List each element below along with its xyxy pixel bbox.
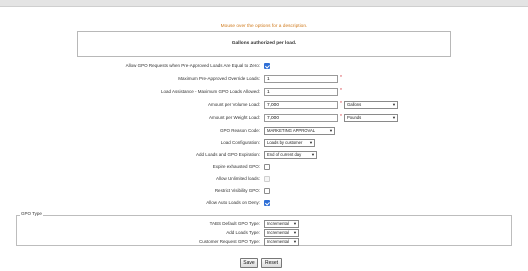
row-max-gpo-loads: Load Assistance - Maximum GPO Loads Allo…	[0, 88, 528, 97]
row-expiration: Add Loads and GPO Expiration: End of cur…	[0, 151, 528, 160]
max-gpo-loads-input[interactable]	[264, 88, 338, 96]
row-label: Restrict Visibility GPO:	[214, 188, 260, 193]
weight-unit-select[interactable]: Pounds ▼	[344, 114, 398, 122]
row-label: Allow Auto Loads on Deny:	[206, 200, 260, 205]
select-value: End of current day	[267, 152, 302, 157]
required-marker: *	[340, 88, 342, 94]
row-label: GPO Reason Code:	[219, 128, 260, 133]
description-box: Gallons authorized per load.	[77, 31, 451, 57]
row-max-override-loads: Maximum Pre-Approved Override Loads: *	[0, 75, 528, 84]
weight-load-input[interactable]	[264, 114, 338, 122]
row-label: Add Loads Type:	[226, 230, 260, 235]
chevron-down-icon: ▼	[293, 221, 297, 226]
row-customer-request-gpo-type: Customer Request GPO Type: Incremental ▼	[0, 238, 528, 247]
required-marker: *	[340, 101, 342, 107]
chevron-down-icon: ▼	[311, 152, 315, 157]
row-label: Maximum Pre-Approved Override Loads:	[178, 76, 260, 81]
top-bar	[0, 0, 528, 7]
row-unlimited-loads: Allow Unlimited loads:	[0, 175, 528, 184]
description-text: Gallons authorized per load.	[231, 41, 297, 46]
row-label: TABS Default GPO Type:	[209, 221, 260, 226]
row-add-loads-type: Add Loads Type: Incremental ▼	[0, 229, 528, 238]
select-value: Incremental	[267, 230, 289, 235]
row-label: Expire exhausted GPO:	[212, 164, 260, 169]
load-configuration-select[interactable]: Loads by customer ▼	[264, 139, 315, 147]
chevron-down-icon: ▼	[309, 140, 313, 145]
max-override-loads-input[interactable]	[264, 75, 338, 83]
row-volume-load: Amount per Volume Load: * Gallons ▼	[0, 101, 528, 110]
auto-loads-deny-checkbox[interactable]	[264, 200, 270, 206]
row-label: Allow Unlimited loads:	[215, 176, 260, 181]
allow-gpo-zero-checkbox[interactable]	[264, 63, 270, 69]
volume-load-input[interactable]	[264, 101, 338, 109]
chevron-down-icon: ▼	[392, 102, 396, 107]
select-value: Incremental	[267, 239, 289, 244]
row-label: Amount per Weight Load:	[209, 115, 260, 120]
row-load-configuration: Load Configuration: Loads by customer ▼	[0, 139, 528, 148]
select-value: Pounds	[347, 115, 362, 120]
gpo-reason-code-select[interactable]: MARKETING APPROVAL ▼	[264, 127, 335, 135]
chevron-down-icon: ▼	[293, 230, 297, 235]
row-label: Customer Request GPO Type:	[199, 239, 260, 244]
row-gpo-reason-code: GPO Reason Code: MARKETING APPROVAL ▼	[0, 127, 528, 136]
select-value: Incremental	[267, 221, 289, 226]
row-label: Add Loads and GPO Expiration:	[195, 152, 260, 157]
chevron-down-icon: ▼	[392, 115, 396, 120]
expire-exhausted-checkbox[interactable]	[264, 164, 270, 170]
save-button[interactable]: Save	[240, 258, 258, 268]
expiration-select[interactable]: End of current day ▼	[264, 151, 317, 159]
row-expire-exhausted: Expire exhausted GPO:	[0, 163, 528, 172]
row-restrict-visibility: Restrict Visibility GPO:	[0, 187, 528, 196]
row-label: Load Assistance - Maximum GPO Loads Allo…	[160, 89, 260, 94]
select-value: Loads by customer	[267, 140, 303, 145]
reset-button[interactable]: Reset	[261, 258, 282, 268]
row-label: Amount per Volume Load:	[207, 102, 260, 107]
row-weight-load: Amount per Weight Load: * Pounds ▼	[0, 114, 528, 123]
row-label: Allow GPO Requests when Pre-Approved Loa…	[125, 63, 260, 68]
restrict-visibility-checkbox[interactable]	[264, 188, 270, 194]
chevron-down-icon: ▼	[329, 128, 333, 133]
hint-text: Mouse over the options for a description…	[220, 24, 308, 29]
chevron-down-icon: ▼	[293, 239, 297, 244]
add-loads-type-select[interactable]: Incremental ▼	[264, 229, 299, 237]
select-value: MARKETING APPROVAL	[267, 128, 316, 133]
customer-request-gpo-type-select[interactable]: Incremental ▼	[264, 238, 299, 246]
required-marker: *	[340, 75, 342, 81]
volume-unit-select[interactable]: Gallons ▼	[344, 101, 398, 109]
row-label: Load Configuration:	[220, 140, 260, 145]
row-auto-loads-deny: Allow Auto Loads on Deny:	[0, 199, 528, 208]
tabs-default-gpo-type-select[interactable]: Incremental ▼	[264, 220, 299, 228]
required-marker: *	[340, 114, 342, 120]
gpo-type-legend: GPO Type	[20, 211, 43, 216]
row-allow-gpo-zero: Allow GPO Requests when Pre-Approved Loa…	[0, 62, 528, 71]
select-value: Gallons	[347, 102, 362, 107]
unlimited-loads-checkbox[interactable]	[264, 176, 270, 182]
row-tabs-default-gpo-type: TABS Default GPO Type: Incremental ▼	[0, 220, 528, 229]
